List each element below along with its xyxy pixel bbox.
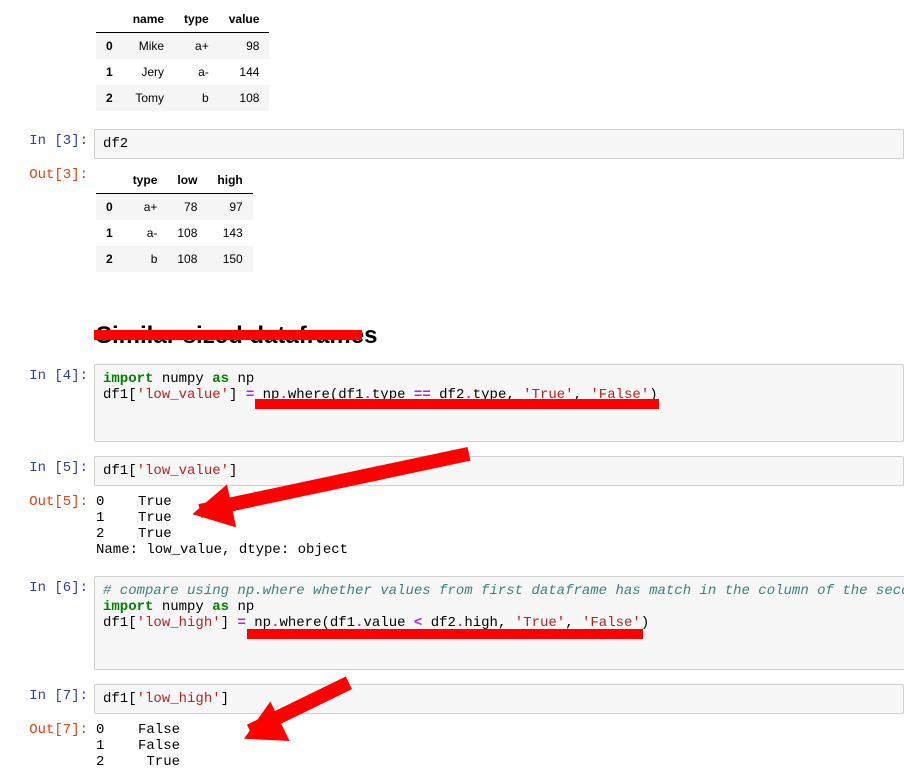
- col-header: value: [219, 6, 270, 33]
- markdown-cell: Similar sized dataframes: [0, 296, 904, 356]
- table-row: 2 Tomy b 108: [96, 85, 269, 111]
- prompt-in6: In [6]:: [0, 576, 94, 596]
- code-cell-3[interactable]: df2: [94, 129, 904, 159]
- table-row: name type value: [96, 6, 269, 33]
- df1-table: name type value 0 Mike a+ 98 1 Jery: [96, 6, 269, 111]
- table-row: 0 Mike a+ 98: [96, 33, 269, 60]
- prompt-in3: In [3]:: [0, 129, 94, 149]
- annotation-underline-3: [247, 629, 643, 639]
- code-cell-5[interactable]: df1['low_value']: [94, 456, 904, 486]
- cell-in4: In [4]: import numpy as np df1['low_valu…: [0, 362, 904, 444]
- table-row: type low high: [96, 167, 253, 194]
- code-cell-7[interactable]: df1['low_high']: [94, 684, 904, 714]
- cell-out5: Out[5]: 0 True 1 True 2 True Name: low_v…: [0, 488, 904, 564]
- cell-in6: In [6]: # compare using np.where whether…: [0, 574, 904, 672]
- annotation-underline-1: [94, 330, 362, 340]
- code-text: df2: [103, 136, 128, 152]
- df2-table: type low high 0 a+ 78 97 1 a-: [96, 167, 253, 272]
- prompt-out7: Out[7]:: [0, 718, 94, 738]
- annotation-underline-2: [255, 399, 659, 409]
- stdout-out7: 0 False 1 False 2 True: [96, 722, 904, 770]
- code-cell-6[interactable]: # compare using np.where whether values …: [94, 576, 904, 670]
- col-header: name: [123, 6, 174, 33]
- prompt-out5: Out[5]:: [0, 490, 94, 510]
- col-header: high: [207, 167, 252, 194]
- prompt-in5: In [5]:: [0, 456, 94, 476]
- output-df1: name type value 0 Mike a+ 98 1 Jery: [0, 0, 904, 117]
- prompt-blank: [0, 298, 94, 318]
- cell-out7: Out[7]: 0 False 1 False 2 True: [0, 716, 904, 776]
- cell-in3: In [3]: df2: [0, 127, 904, 161]
- cell-in5: In [5]: df1['low_value']: [0, 454, 904, 488]
- code-cell-4[interactable]: import numpy as np df1['low_value'] = np…: [94, 364, 904, 442]
- cell-in7: In [7]: df1['low_high']: [0, 682, 904, 716]
- col-header: low: [167, 167, 207, 194]
- table-row: 1 Jery a- 144: [96, 59, 269, 85]
- cell-out3: Out[3]: type low high 0 a+ 78 9: [0, 161, 904, 278]
- table-row: 2 b 108 150: [96, 246, 253, 272]
- prompt-in4: In [4]:: [0, 364, 94, 384]
- col-header: type: [174, 6, 219, 33]
- prompt-in7: In [7]:: [0, 684, 94, 704]
- table-row: 1 a- 108 143: [96, 220, 253, 246]
- notebook: name type value 0 Mike a+ 98 1 Jery: [0, 0, 904, 776]
- prompt-out3: Out[3]:: [0, 163, 94, 183]
- prompt-blank: [0, 2, 94, 22]
- col-header: type: [123, 167, 168, 194]
- table-row: 0 a+ 78 97: [96, 194, 253, 221]
